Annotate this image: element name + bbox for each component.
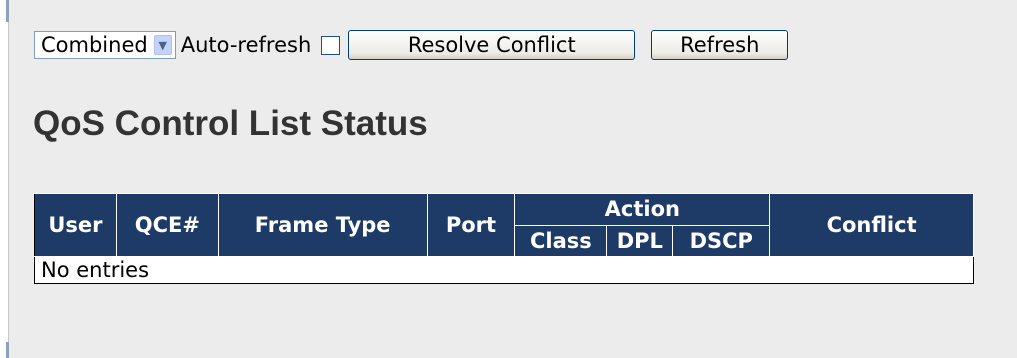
column-header-user: User — [34, 193, 117, 257]
left-edge-marker — [6, 342, 9, 358]
column-header-conflict: Conflict — [769, 193, 974, 257]
empty-message: No entries — [34, 256, 974, 284]
auto-refresh-label: Auto-refresh — [180, 33, 312, 57]
resolve-conflict-button[interactable]: Resolve Conflict — [348, 30, 636, 60]
view-select-value: Combined — [41, 33, 148, 57]
left-edge-marker — [6, 0, 9, 22]
refresh-button[interactable]: Refresh — [651, 30, 789, 60]
column-header-frame-type: Frame Type — [217, 193, 428, 257]
column-header-qce: QCE# — [115, 193, 219, 257]
page-title: QoS Control List Status — [33, 104, 428, 143]
chevron-down-icon[interactable]: ▼ — [153, 35, 172, 55]
qos-status-table: User QCE# Frame Type Port Action Conflic… — [34, 193, 974, 284]
column-header-action: Action — [514, 193, 771, 226]
column-header-class: Class — [514, 224, 608, 257]
view-select[interactable]: Combined ▼ — [34, 31, 176, 59]
auto-refresh-checkbox[interactable] — [321, 35, 341, 55]
column-header-dpl: DPL — [606, 224, 674, 257]
column-header-port: Port — [426, 193, 516, 257]
table-row: No entries — [34, 256, 974, 284]
toolbar: Combined ▼ Auto-refresh Resolve Conflict… — [34, 27, 789, 63]
column-header-dscp: DSCP — [672, 224, 771, 257]
